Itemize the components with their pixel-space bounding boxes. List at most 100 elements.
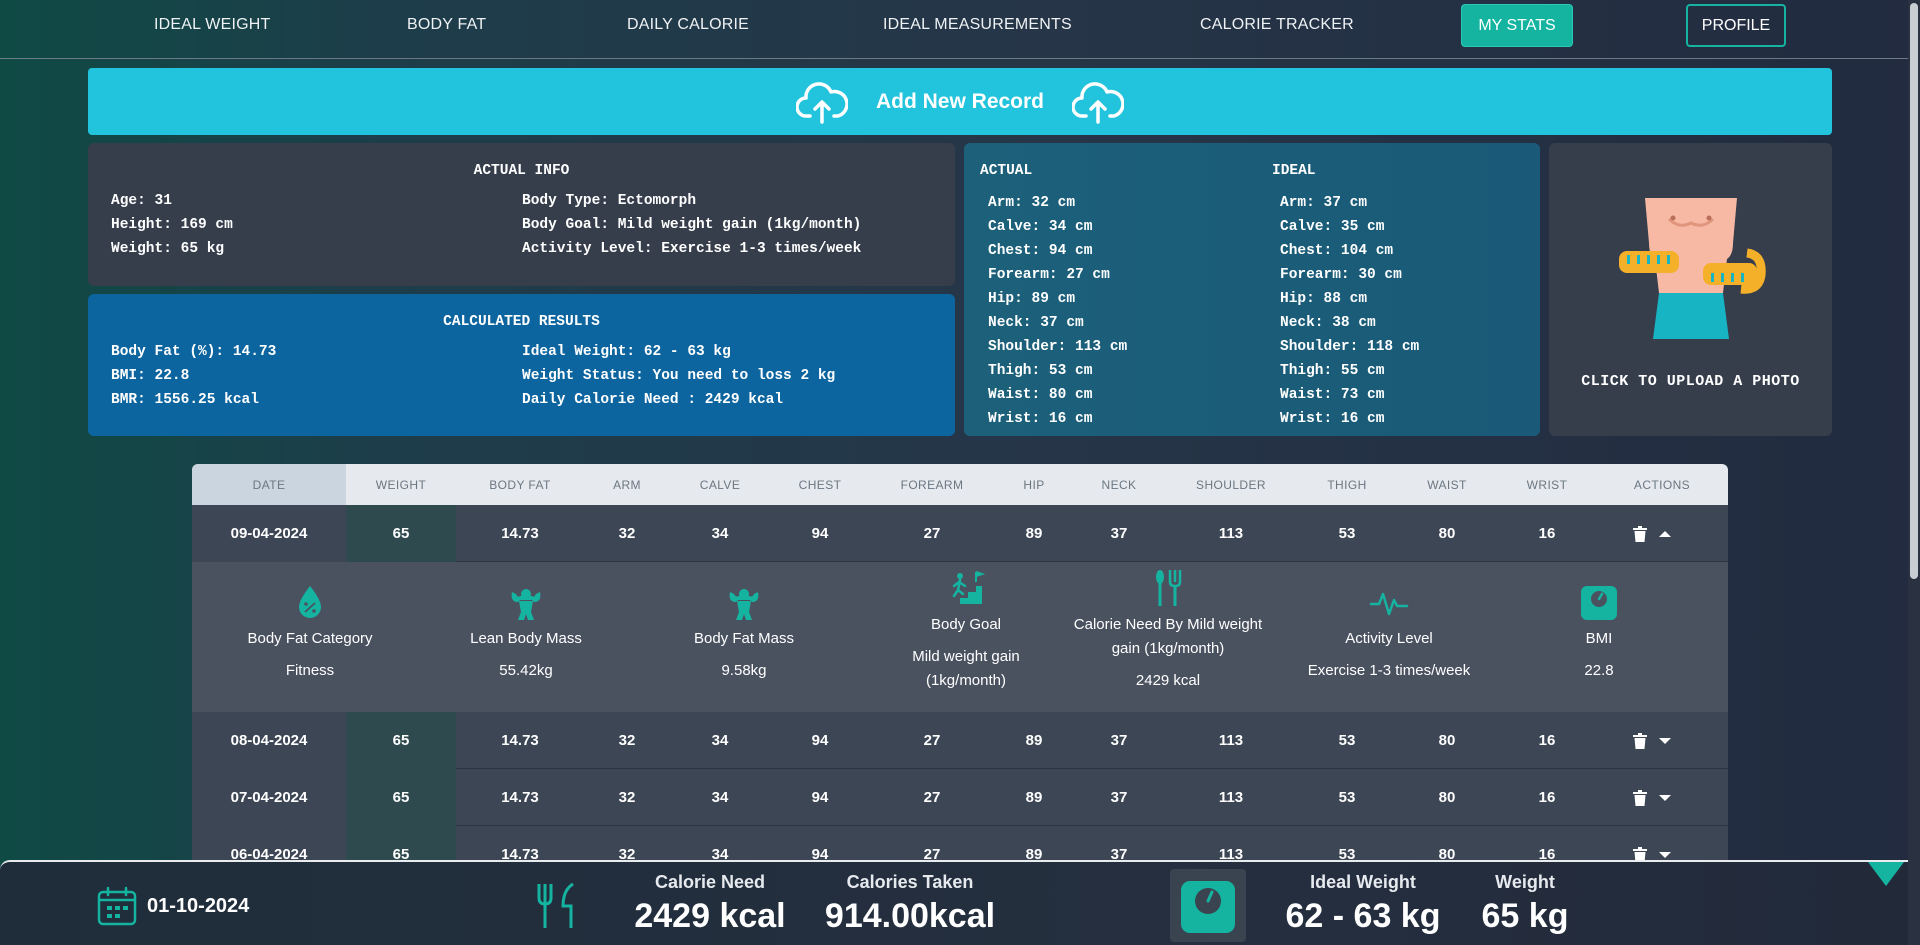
trash-icon[interactable] [1628,712,1652,769]
nav-calorie-tracker[interactable]: CALORIE TRACKER [1200,16,1354,34]
chevron-down-icon[interactable] [1652,769,1678,826]
trash-icon[interactable] [1628,769,1652,826]
footer-date[interactable]: 01-10-2024 [97,886,249,926]
cell-calve: 34 [711,525,729,542]
ideal-measurements-title: IDEAL [1272,163,1316,179]
cell-forearm: 27 [923,846,941,860]
calc-body-fat: Body Fat (%): 14.73 [111,344,277,360]
detail-value: Mild weight gain (1kg/month) [912,648,1020,689]
weight-stat: Weight 65 kg [1470,872,1580,936]
summary-footer: 01-10-2024 Calorie Need 2429 kcal Calori… [0,860,1920,945]
cell-forearm: 27 [923,789,941,806]
header-date[interactable]: DATE [192,464,346,505]
header-body-fat[interactable]: BODY FAT [456,464,584,505]
ideal-shoulder: Shoulder: 118 cm [1280,339,1420,355]
cell-arm: 32 [618,789,636,806]
cell-date: 07-04-2024 [192,769,346,826]
cell-date: 06-04-2024 [192,826,346,860]
profile-button[interactable]: PROFILE [1686,4,1786,47]
photo-upload-card[interactable]: CLICK TO UPLOAD A PHOTO [1549,143,1832,436]
cell-weight: 65 [346,769,456,826]
detail-title: Activity Level [1345,630,1433,647]
detail-title: Body Goal [930,616,1002,633]
page-scrollbar[interactable] [1908,0,1920,945]
cell-waist: 80 [1438,846,1456,860]
cell-shoulder: 113 [1218,846,1244,860]
header-chest[interactable]: CHEST [770,464,870,505]
body-fat-percent-icon [299,586,321,618]
ideal-arm: Arm: 37 cm [1280,195,1368,211]
chevron-up-icon[interactable] [1652,505,1678,562]
collapse-footer-arrow-icon[interactable] [1868,862,1904,886]
header-shoulder[interactable]: SHOULDER [1164,464,1298,505]
add-new-record-button[interactable]: Add New Record [88,68,1832,135]
cell-weight: 65 [346,505,456,562]
upload-photo-label: CLICK TO UPLOAD A PHOTO [1581,373,1800,390]
trash-icon[interactable] [1628,826,1652,860]
cell-waist: 80 [1438,525,1456,542]
calories-taken-stat: Calories Taken 914.00kcal [812,872,1008,936]
trash-icon[interactable] [1628,505,1652,562]
ideal-hip: Hip: 88 cm [1280,291,1368,307]
pulse-icon [1369,592,1409,616]
detail-title: Body Fat Mass [693,630,795,647]
table-row[interactable]: 06-04-2024 65 14.73 32 34 94 27 89 37 11… [192,826,1728,860]
cell-body-fat: 14.73 [501,789,539,806]
detail-body-fat-category: Body Fat Category Fitness [220,562,400,683]
cell-thigh: 53 [1338,732,1356,749]
goal-stairs-icon [950,571,986,604]
scrollbar-thumb[interactable] [1910,3,1918,579]
cell-forearm: 27 [923,732,941,749]
chevron-down-icon[interactable] [1652,712,1678,769]
header-arm[interactable]: ARM [584,464,670,505]
cell-weight: 65 [346,826,456,860]
calorie-need-stat: Calorie Need 2429 kcal [620,872,800,936]
nav-ideal-weight[interactable]: IDEAL WEIGHT [154,16,271,34]
weight-label: Weight [1495,872,1555,892]
my-stats-button[interactable]: MY STATS [1461,4,1573,47]
table-row[interactable]: 08-04-2024 65 14.73 32 34 94 27 89 37 11… [192,712,1728,769]
cell-chest: 94 [811,732,829,749]
calc-bmr: BMR: 1556.25 kcal [111,392,259,408]
nav-ideal-measurements[interactable]: IDEAL MEASUREMENTS [883,16,1072,34]
info-body-goal: Body Goal: Mild weight gain (1kg/month) [522,217,862,233]
header-waist[interactable]: WAIST [1396,464,1498,505]
actual-info-title: ACTUAL INFO [473,163,570,179]
detail-lean-body-mass: Lean Body Mass 55.42kg [436,562,616,683]
chevron-down-icon[interactable] [1652,826,1678,860]
calorie-need-label: Calorie Need [654,872,766,892]
records-table: DATE WEIGHT BODY FAT ARM CALVE CHEST FOR… [192,464,1728,860]
actual-info-panel: ACTUAL INFO Age: 31 Height: 169 cm Weigh… [88,143,955,286]
cell-neck: 37 [1110,732,1128,749]
calc-ideal-weight: Ideal Weight: 62 - 63 kg [522,344,731,360]
info-age: Age: 31 [111,193,172,209]
ideal-forearm: Forearm: 30 cm [1280,267,1402,283]
header-calve[interactable]: CALVE [670,464,770,505]
detail-calorie-need: Calorie Need By Mild weight gain (1kg/mo… [1058,548,1278,693]
add-new-record-label: Add New Record [875,89,1045,113]
muscle-icon [729,589,759,620]
cell-weight: 65 [346,712,456,769]
calc-daily-calorie: Daily Calorie Need : 2429 kcal [522,392,784,408]
header-weight[interactable]: WEIGHT [346,464,456,505]
table-row[interactable]: 07-04-2024 65 14.73 32 34 94 27 89 37 11… [192,769,1728,826]
header-wrist[interactable]: WRIST [1498,464,1596,505]
nav-daily-calorie[interactable]: DAILY CALORIE [627,16,749,34]
scale-icon-box [1170,869,1246,942]
cell-body-fat: 14.73 [501,525,539,542]
ideal-thigh: Thigh: 55 cm [1280,363,1385,379]
header-thigh[interactable]: THIGH [1298,464,1396,505]
nav-body-fat[interactable]: BODY FAT [407,16,486,34]
detail-body-goal: Body Goal Mild weight gain (1kg/month) [876,548,1056,693]
info-activity-level: Activity Level: Exercise 1-3 times/week [522,241,862,257]
header-neck[interactable]: NECK [1074,464,1164,505]
header-forearm[interactable]: FOREARM [870,464,994,505]
cell-waist: 80 [1438,789,1456,806]
fork-knife-icon [537,882,574,928]
detail-title: Body Fat Category [247,630,373,647]
ideal-calve: Calve: 35 cm [1280,219,1385,235]
detail-value: 2429 kcal [1135,672,1201,689]
header-hip[interactable]: HIP [994,464,1074,505]
detail-title: BMI [1585,630,1613,647]
detail-title: Lean Body Mass [470,630,582,647]
